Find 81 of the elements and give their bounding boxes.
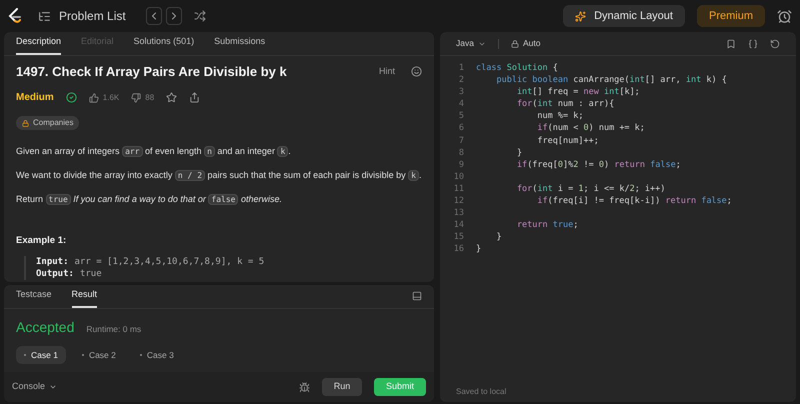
example-value: true (80, 268, 102, 280)
description-paragraph: Given an array of integers arr of even length n and an integer k . (16, 144, 291, 158)
logo-icon[interactable] (8, 8, 22, 24)
shuffle-icon[interactable] (194, 10, 206, 22)
code-line: if(freq[i] != freq[k-i]) return false; (536, 195, 732, 208)
line-number: 15 (452, 231, 464, 244)
companies-tag[interactable]: Companies (16, 116, 80, 130)
code-line: public boolean canArrange(int[] arr, int k) { (495, 74, 727, 86)
code-line: } (495, 231, 502, 244)
auto-mode-label: Auto (522, 37, 540, 50)
code-line: } (516, 146, 522, 159)
code-line: class Solution { (476, 62, 558, 74)
tab[interactable]: Result (72, 288, 98, 308)
lock-icon (22, 120, 29, 126)
description-paragraph: We want to divide the array into exactly n / 2 pairs such that the sum of each pair is divisible by k . (16, 168, 422, 182)
tab[interactable]: Testcase (16, 288, 52, 308)
example-value: arr = [1,2,3,4,5,10,6,7,8,9], k = 5 (74, 256, 264, 268)
line-number: 3 (458, 86, 464, 98)
sparkle-icon (575, 10, 586, 22)
example-label: Output: (36, 268, 74, 280)
bug-icon[interactable] (299, 382, 310, 392)
code-line: } (476, 243, 482, 256)
thumbs-down-icon[interactable] (131, 92, 142, 102)
dislikes-count: 88 (145, 92, 154, 104)
previous-button[interactable] (146, 7, 162, 25)
line-number: 13 (452, 207, 464, 220)
line-number: 16 (452, 243, 464, 256)
run-button[interactable]: Run (322, 378, 362, 396)
case-tab[interactable]: Case 1 (16, 346, 66, 364)
code-line: for(int num : arr){ (516, 98, 614, 110)
example-heading: Example 1: (16, 234, 68, 248)
list-icon[interactable] (38, 10, 51, 22)
line-number: 6 (458, 122, 464, 135)
share-icon[interactable] (189, 92, 200, 103)
premium-button[interactable]: Premium (696, 5, 765, 27)
line-number: 5 (458, 110, 464, 122)
line-number: 14 (452, 219, 464, 232)
code-line: if(freq[0]%2 != 0) return false; (516, 158, 681, 171)
problem-list-link[interactable]: Problem List (59, 7, 126, 25)
language-dropdown[interactable]: Java (456, 37, 486, 50)
bookmark-icon[interactable] (726, 38, 736, 48)
tab[interactable]: Description (16, 34, 62, 55)
runtime-label: Runtime: 0 ms (86, 323, 142, 336)
line-number: 12 (452, 195, 464, 208)
problem-title: 1497. Check If Array Pairs Are Divisible by k (16, 63, 287, 81)
timer-icon[interactable] (777, 8, 792, 24)
code-line: num %= k; (536, 110, 584, 122)
line-number: 1 (458, 62, 464, 74)
line-number: 7 (458, 134, 464, 147)
lock-icon (510, 40, 519, 48)
reset-icon[interactable] (770, 38, 780, 48)
thumbs-up-icon[interactable] (88, 92, 99, 102)
case-tab[interactable]: Case 3 (132, 346, 182, 364)
difficulty-label: Medium (16, 91, 54, 105)
likes-count: 1.6K (102, 92, 120, 104)
console-button[interactable]: Console (12, 380, 58, 394)
code-line: return true; (516, 219, 578, 232)
dynamic-layout-button[interactable]: Dynamic Layout (563, 5, 685, 27)
case-tab[interactable]: Case 2 (74, 346, 124, 364)
line-number: 8 (458, 146, 464, 159)
code-line: freq[num]++; (536, 134, 599, 147)
line-number: 9 (458, 158, 464, 171)
description-paragraph: Return true If you can find a way to do that or false otherwise. (16, 192, 282, 206)
code-line: for(int i = 1; i <= k/2; i++) (516, 182, 666, 196)
caret-icon (49, 383, 58, 391)
next-button[interactable] (166, 7, 182, 25)
code-line: if(num < 0) num += k; (536, 122, 645, 135)
saved-status: Saved to local (456, 386, 506, 398)
panel-icon[interactable] (412, 291, 422, 301)
line-number: 10 (452, 170, 464, 183)
tab[interactable]: Submissions (214, 34, 266, 55)
line-number: 11 (452, 182, 464, 196)
line-number: 4 (458, 98, 464, 110)
braces-icon[interactable] (748, 38, 758, 48)
tab[interactable]: Solutions (501) (134, 34, 194, 55)
hint-link[interactable]: Hint (378, 65, 395, 78)
accepted-status: Accepted (16, 318, 74, 337)
star-icon[interactable] (166, 92, 178, 103)
example-label: Input: (36, 256, 69, 268)
line-number: 2 (458, 74, 464, 86)
code-line: int[] freq = new int[k]; (516, 86, 640, 98)
